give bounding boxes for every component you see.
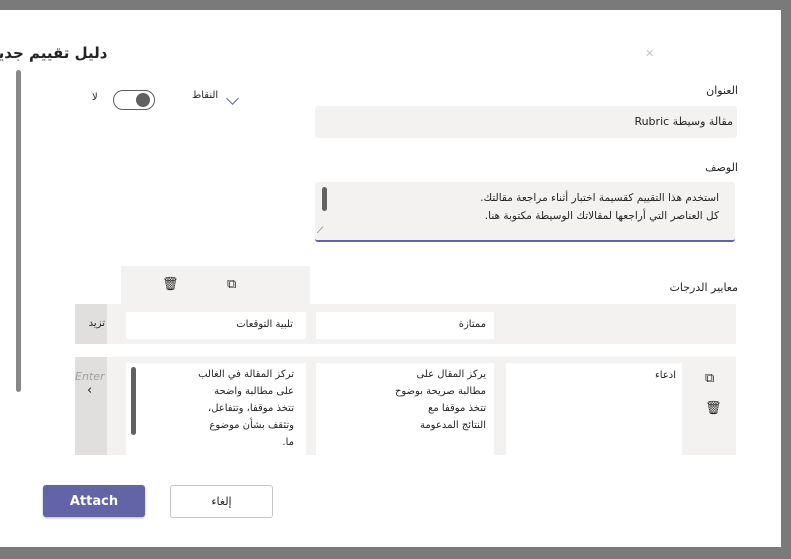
- close-icon[interactable]: ✕: [645, 47, 655, 60]
- description-label: الوصف: [705, 161, 738, 174]
- criterion-name-input[interactable]: ادعاء: [506, 363, 682, 455]
- placeholder-partial: Enter: [75, 370, 105, 383]
- criteria-cell-meets-text: تركز المقالة في الغالب على مطالبة واضحة …: [198, 369, 294, 448]
- dialog-scrollbar[interactable]: [16, 70, 21, 392]
- row-scroll-edge: Enter ‹: [75, 357, 107, 455]
- toggle-label: لا: [92, 92, 98, 103]
- level-label-meets: تلبية التوقعات: [236, 319, 293, 330]
- points-toggle[interactable]: [113, 90, 155, 110]
- criteria-cell-meets[interactable]: تركز المقالة في الغالب على مطالبة واضحة …: [126, 363, 306, 455]
- level-input-excellent[interactable]: ممتازة: [316, 312, 494, 339]
- column-actions: 🗑 ⧉: [121, 266, 310, 304]
- chevron-left-icon[interactable]: ‹: [87, 383, 92, 398]
- level-label-excellent: ممتازة: [458, 319, 486, 330]
- title-input[interactable]: مقالة وسيطة Rubric: [315, 106, 737, 138]
- resize-handle-icon[interactable]: ⟋: [317, 226, 329, 238]
- new-rubric-dialog: دليل تقييم جديد ✕ النقاط لا العنوان مقال…: [0, 10, 781, 547]
- description-textarea[interactable]: استخدم هذا التقييم كقسيمة اختبار أثناء م…: [315, 182, 735, 242]
- levels-row: تزيد تلبية التوقعات ممتازة: [75, 304, 736, 344]
- title-input-value: مقالة وسيطة Rubric: [634, 115, 733, 128]
- criterion-name: ادعاء: [655, 370, 676, 381]
- copy-column-icon[interactable]: ⧉: [227, 277, 236, 292]
- toggle-knob: [136, 93, 150, 107]
- criteria-cell-excellent-text: يركز المقال على مطالبة صريحة بوضوح تتخذ …: [394, 369, 486, 431]
- criteria-cell-excellent[interactable]: يركز المقال على مطالبة صريحة بوضوح تتخذ …: [316, 363, 494, 455]
- criteria-row: Enter ‹ تركز المقالة في الغالب على مطالب…: [75, 357, 736, 455]
- points-label[interactable]: النقاط: [192, 90, 218, 101]
- level-column-edge: تزيد: [75, 304, 107, 344]
- delete-column-icon[interactable]: 🗑: [162, 277, 179, 292]
- chevron-down-icon[interactable]: [226, 92, 239, 105]
- criteria-label: معايير الدرجات: [669, 281, 739, 294]
- description-value: استخدم هذا التقييم كقسيمة اختبار أثناء م…: [480, 192, 719, 222]
- description-scrollbar[interactable]: [322, 187, 327, 211]
- cancel-button[interactable]: إلغاء: [170, 485, 273, 518]
- cell-scrollbar[interactable]: [131, 367, 136, 435]
- title-label: العنوان: [706, 84, 738, 97]
- level-input-meets[interactable]: تلبية التوقعات: [126, 312, 306, 339]
- copy-row-icon[interactable]: ⧉: [705, 371, 714, 386]
- level-label-partial: تزيد: [88, 318, 105, 329]
- dialog-title: دليل تقييم جديد: [0, 44, 108, 62]
- delete-row-icon[interactable]: 🗑: [705, 401, 722, 416]
- attach-button[interactable]: Attach: [43, 485, 145, 517]
